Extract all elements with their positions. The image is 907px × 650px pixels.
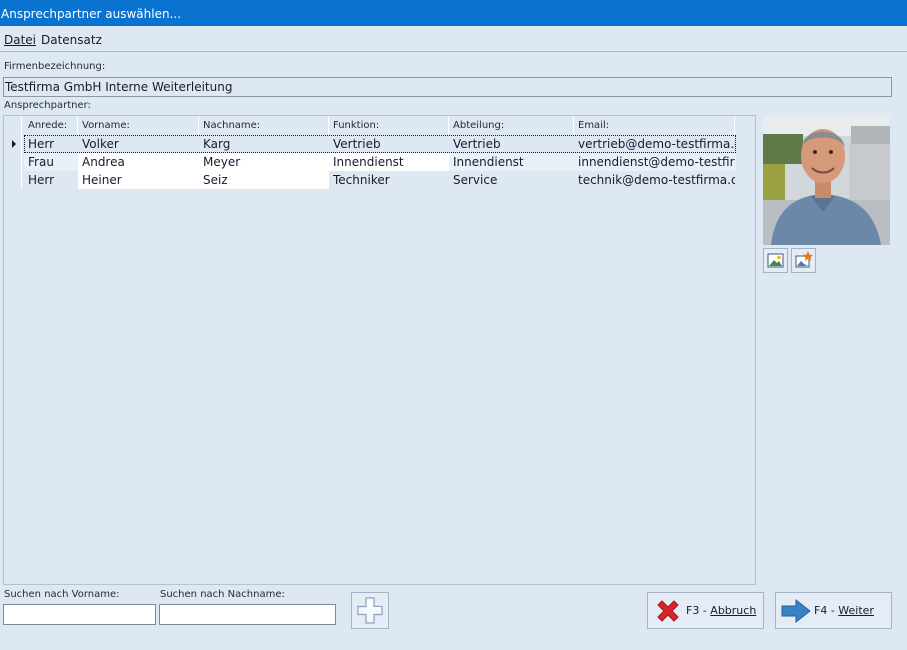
cell-email: innendienst@demo-testfirm	[578, 155, 735, 169]
search-firstname-input[interactable]	[3, 604, 156, 625]
cell-funktion: Innendienst	[333, 155, 404, 169]
close-x-icon	[657, 600, 679, 622]
add-contact-button[interactable]	[351, 592, 389, 629]
row-indicator	[4, 153, 22, 171]
menu-bar: Datei Datensatz	[0, 26, 907, 52]
edit-photo-button[interactable]	[791, 248, 816, 273]
contacts-label: Ansprechpartner:	[4, 100, 91, 111]
window-title-bar: Ansprechpartner auswählen...	[0, 0, 907, 26]
cell-vorname: Andrea	[82, 155, 125, 169]
column-header-nachname[interactable]: Nachname:	[199, 116, 329, 134]
search-lastname-input[interactable]	[159, 604, 336, 625]
table-row[interactable]: Frau Andrea Meyer Innendienst Innendiens…	[4, 153, 736, 171]
column-header-funktion[interactable]: Funktion:	[329, 116, 449, 134]
next-button-label: F4 - Weiter	[814, 604, 874, 617]
column-header-vorname[interactable]: Vorname:	[78, 116, 199, 134]
contacts-grid[interactable]: Anrede: Vorname: Nachname: Funktion: Abt…	[3, 115, 756, 585]
cell-email: technik@demo-testfirma.de	[578, 173, 735, 187]
arrow-right-icon	[781, 598, 811, 624]
cell-nachname: Meyer	[203, 155, 241, 169]
table-row[interactable]: Herr Volker Karg Vertrieb Vertrieb vertr…	[4, 135, 736, 153]
triangle-right-icon	[12, 140, 16, 148]
cell-vorname: Volker	[82, 137, 119, 151]
window-title: Ansprechpartner auswählen...	[1, 7, 182, 21]
cell-vorname: Heiner	[82, 173, 122, 187]
cell-funktion: Vertrieb	[333, 137, 381, 151]
image-edit-icon	[795, 251, 813, 268]
column-header-email[interactable]: Email:	[574, 116, 735, 134]
menu-item-datei[interactable]: Datei	[4, 26, 36, 54]
cell-nachname: Seiz	[203, 173, 228, 187]
next-button[interactable]: F4 - Weiter	[775, 592, 892, 629]
company-field: Testfirma GmbH Interne Weiterleitung	[3, 77, 892, 97]
image-icon	[767, 253, 784, 268]
search-lastname-label: Suchen nach Nachname:	[160, 589, 285, 600]
row-indicator	[4, 135, 22, 153]
column-header-anrede[interactable]: Anrede:	[24, 116, 78, 134]
cancel-button-label: F3 - Abbruch	[686, 604, 757, 617]
load-photo-button[interactable]	[763, 248, 788, 273]
cell-abteilung: Service	[453, 173, 498, 187]
cell-nachname: Karg	[203, 137, 231, 151]
grid-corner	[4, 116, 22, 134]
cell-anrede: Frau	[28, 155, 54, 169]
column-header-abteilung[interactable]: Abteilung:	[449, 116, 574, 134]
cell-funktion: Techniker	[333, 173, 390, 187]
plus-icon	[357, 597, 383, 624]
row-indicator	[4, 171, 22, 189]
contact-photo-image	[763, 116, 890, 245]
table-row[interactable]: Herr Heiner Seiz Techniker Service techn…	[4, 171, 736, 189]
contact-photo	[763, 116, 890, 245]
cell-anrede: Herr	[28, 137, 55, 151]
cell-anrede: Herr	[28, 173, 55, 187]
cell-email: vertrieb@demo-testfirma.de	[578, 137, 735, 151]
cell-abteilung: Vertrieb	[453, 137, 501, 151]
company-label: Firmenbezeichnung:	[4, 61, 106, 72]
search-firstname-label: Suchen nach Vorname:	[4, 589, 120, 600]
cell-abteilung: Innendienst	[453, 155, 524, 169]
menu-item-datensatz[interactable]: Datensatz	[41, 26, 102, 54]
cancel-button[interactable]: F3 - Abbruch	[647, 592, 764, 629]
